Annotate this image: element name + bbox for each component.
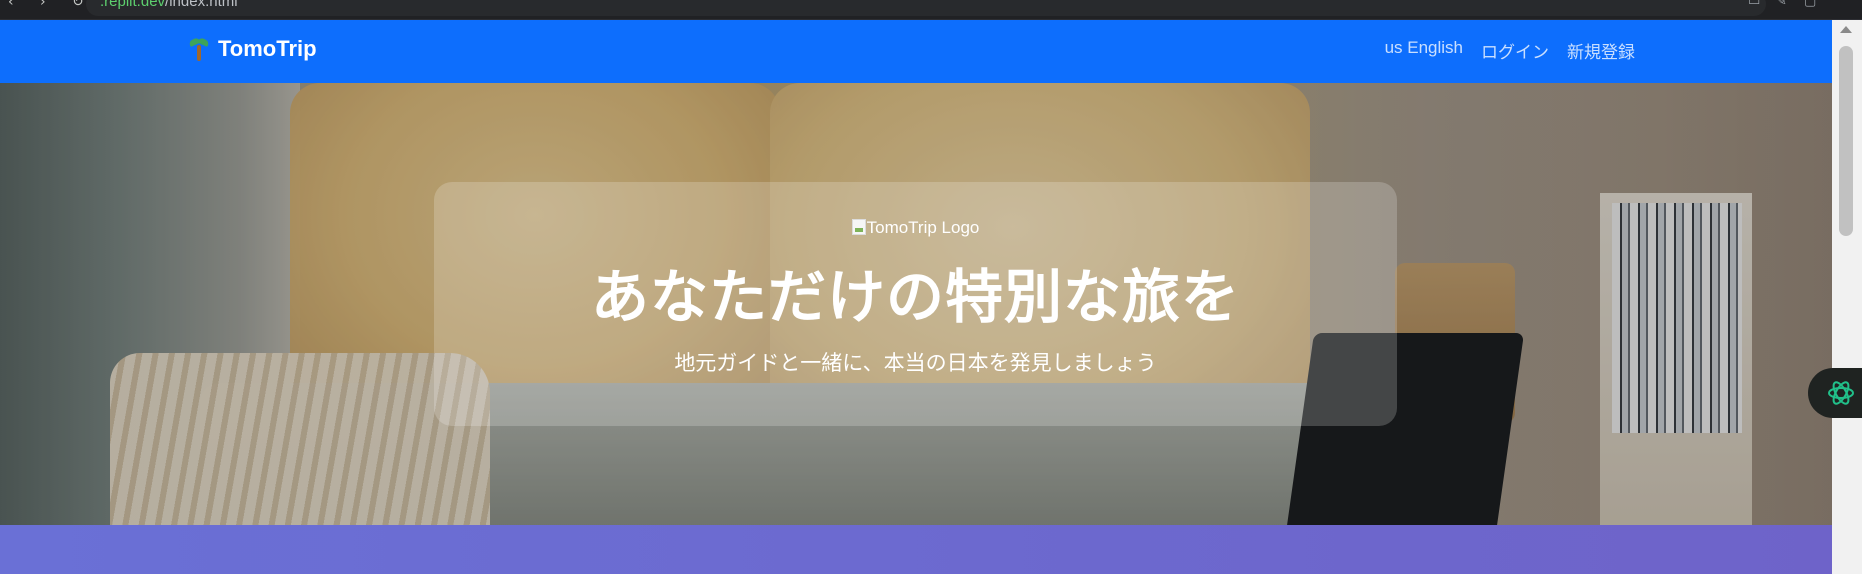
login-link[interactable]: ログイン	[1481, 38, 1549, 63]
top-navbar: TomoTrip us English ログイン 新規登録	[0, 20, 1832, 83]
signup-link[interactable]: 新規登録	[1567, 38, 1635, 63]
back-icon[interactable]: ‹	[8, 0, 14, 10]
extensions-icon[interactable]: ✎	[1776, 0, 1787, 9]
brand-link[interactable]: TomoTrip	[188, 36, 317, 62]
address-url[interactable]: .replit.dev/index.html	[100, 0, 238, 10]
address-bar[interactable]	[86, 0, 1766, 16]
url-domain: .replit.dev	[100, 0, 166, 10]
browser-toolbar: ‹ › ↻ .replit.dev/index.html ▭ ✎ ▢	[0, 0, 1862, 20]
scroll-up-arrow-icon[interactable]	[1840, 26, 1852, 33]
page-scrollbar[interactable]	[1832, 20, 1862, 574]
hero-subtitle: 地元ガイドと一緒に、本当の日本を発見しましょう	[674, 351, 1157, 375]
forward-icon[interactable]: ›	[40, 0, 46, 10]
hero-section: TomoTrip Logo あなただけの特別な旅を 地元ガイドと一緒に、本当の日…	[0, 83, 1832, 525]
palm-tree-icon	[188, 36, 210, 62]
assistant-knot-icon	[1828, 381, 1854, 405]
brand-name: TomoTrip	[218, 36, 317, 61]
page-viewport: TomoTrip us English ログイン 新規登録 TomoTrip L…	[0, 20, 1832, 574]
assistant-button[interactable]	[1808, 368, 1862, 418]
logo-alt-text: TomoTrip Logo	[866, 218, 980, 237]
cast-icon[interactable]: ▭	[1748, 0, 1760, 9]
reload-icon[interactable]: ↻	[72, 0, 84, 10]
scroll-thumb[interactable]	[1839, 46, 1853, 236]
nav-links: us English ログイン 新規登録	[1385, 38, 1635, 63]
hero-logo-image: TomoTrip Logo	[434, 218, 1397, 238]
hero-card: TomoTrip Logo あなただけの特別な旅を 地元ガイドと一緒に、本当の日…	[434, 182, 1397, 426]
language-switch[interactable]: us English	[1385, 38, 1463, 63]
hero-title: あなただけの特別な旅を	[590, 263, 1240, 331]
purple-section	[0, 525, 1832, 574]
broken-image-icon	[851, 219, 866, 235]
tab-icon[interactable]: ▢	[1804, 0, 1816, 9]
url-path: /index.html	[165, 0, 238, 10]
